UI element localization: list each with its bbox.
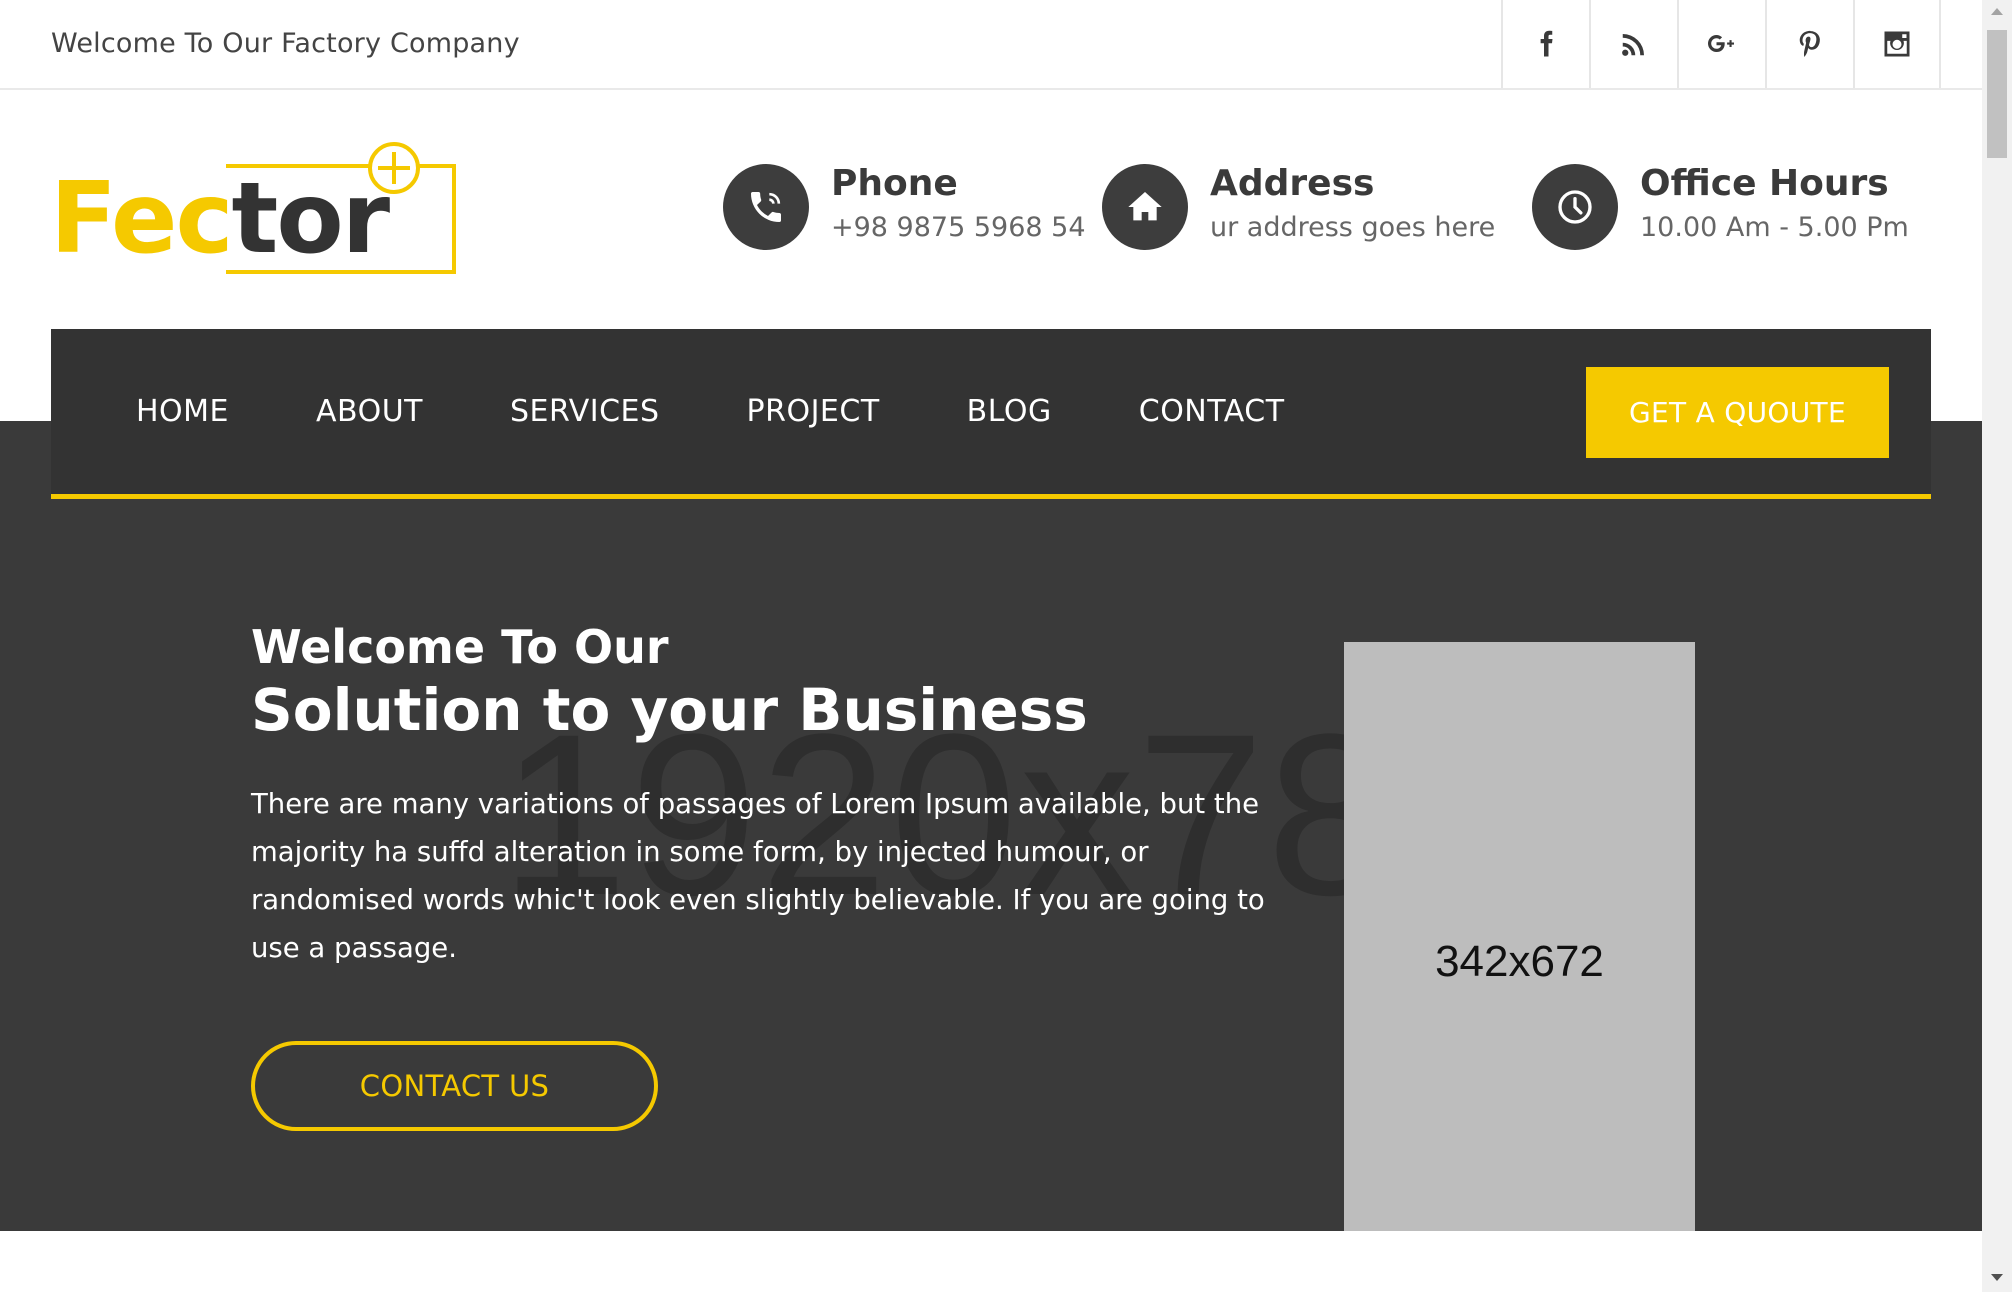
office-hours-info: Office Hours 10.00 Am - 5.00 Pm (1532, 164, 1909, 250)
google-plus-link[interactable] (1677, 0, 1765, 88)
top-bar: Welcome To Our Factory Company (0, 0, 1982, 90)
hero-image-placeholder: 342x672 (1344, 642, 1695, 1231)
office-hours-value: 10.00 Am - 5.00 Pm (1640, 211, 1909, 243)
instagram-icon (1884, 31, 1910, 57)
scrollbar-thumb[interactable] (1987, 30, 2007, 158)
nav-menu: HOME ABOUT SERVICES PROJECT BLOG CONTACT (136, 329, 1372, 494)
scroll-up-arrow-icon[interactable] (1991, 8, 2003, 15)
logo-text-part2: tor (231, 162, 391, 276)
facebook-link[interactable] (1501, 0, 1589, 88)
home-icon (1128, 192, 1162, 221)
logo-text: Fector (50, 170, 390, 268)
facebook-icon (1540, 30, 1553, 57)
google-plus-icon (1708, 35, 1734, 52)
hero-description: There are many variations of passages of… (251, 788, 1265, 964)
hours-circle (1532, 164, 1618, 250)
phone-title: Phone (831, 163, 958, 204)
rss-link[interactable] (1589, 0, 1677, 88)
hero-pretitle: Welcome To Our (251, 620, 669, 674)
address-value: ur address goes here (1210, 211, 1496, 243)
pinterest-link[interactable] (1765, 0, 1853, 88)
nav-item-contact[interactable]: CONTACT (1139, 394, 1285, 429)
nav-item-about[interactable]: ABOUT (316, 394, 423, 429)
site-logo[interactable]: Fector (50, 142, 456, 282)
nav-item-blog[interactable]: BLOG (967, 394, 1052, 429)
pinterest-icon (1799, 30, 1820, 57)
page-scrollbar[interactable] (1982, 0, 2012, 1292)
nav-item-home[interactable]: HOME (136, 394, 229, 429)
hero-title: Solution to your Business (251, 676, 1088, 744)
office-hours-title: Office Hours (1640, 163, 1889, 204)
nav-item-services[interactable]: SERVICES (510, 394, 660, 429)
social-links (1501, 0, 1941, 88)
address-info: Address ur address goes here (1102, 164, 1495, 250)
welcome-text: Welcome To Our Factory Company (51, 28, 520, 59)
address-circle (1102, 164, 1188, 250)
main-navigation: HOME ABOUT SERVICES PROJECT BLOG CONTACT… (51, 329, 1931, 499)
logo-text-part1: Fec (50, 162, 234, 276)
address-title: Address (1210, 163, 1375, 204)
phone-circle (723, 164, 809, 250)
nav-item-project[interactable]: PROJECT (747, 394, 880, 429)
scroll-down-arrow-icon[interactable] (1991, 1274, 2003, 1281)
instagram-link[interactable] (1853, 0, 1941, 88)
get-quote-button[interactable]: GET A QUOUTE (1586, 367, 1889, 458)
clock-icon (1558, 190, 1592, 224)
rss-icon (1622, 34, 1644, 56)
phone-value[interactable]: +98 9875 5968 54 (831, 212, 1086, 243)
phone-icon (751, 192, 781, 222)
phone-info: Phone +98 9875 5968 54 (723, 164, 1086, 250)
contact-us-button[interactable]: CONTACT US (251, 1041, 658, 1131)
image-placeholder-label: 342x672 (1435, 936, 1604, 986)
